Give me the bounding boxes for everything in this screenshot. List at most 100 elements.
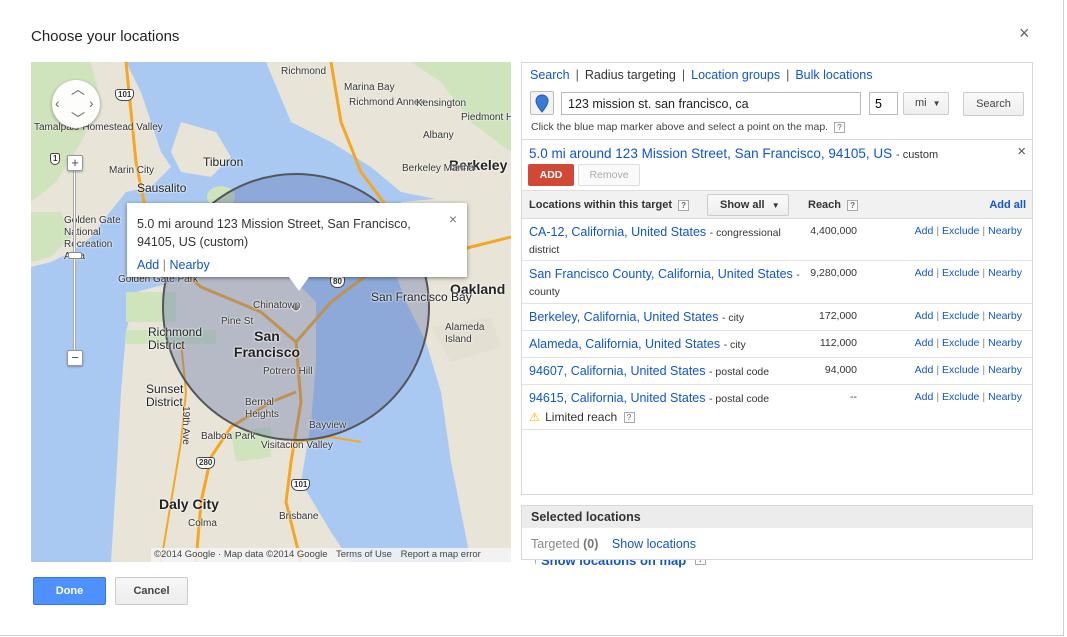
pan-down-icon[interactable]: ﹀	[71, 112, 85, 126]
map-pan-control[interactable]: ︿ ﹀ ‹ ›	[52, 80, 100, 128]
map-label-san-francisco: San Francisco	[233, 328, 301, 360]
popup-pointer	[289, 277, 309, 291]
hint-text: Click the blue map marker above and sele…	[531, 121, 829, 133]
row-exclude-link[interactable]: Exclude	[942, 391, 979, 403]
location-kind: - city	[723, 339, 746, 351]
row-nearby-link[interactable]: Nearby	[988, 391, 1022, 403]
location-name-cell: CA-12, California, United States - congr…	[529, 224, 804, 258]
row-nearby-link[interactable]: Nearby	[988, 310, 1022, 322]
help-icon[interactable]: ?	[623, 412, 635, 424]
row-actions: Add | Exclude | Nearby	[914, 364, 1022, 376]
table-row: CA-12, California, United States - congr…	[522, 219, 1032, 261]
target-custom-tag: - custom	[895, 149, 939, 161]
location-link[interactable]: San Francisco County, California, United…	[529, 267, 793, 281]
row-exclude-link[interactable]: Exclude	[942, 225, 979, 237]
selected-locations-summary: Targeted (0) Show locations	[531, 537, 696, 551]
popup-add-link[interactable]: Add	[137, 258, 159, 272]
map-label-tamalpais: Tamalpais-Homestead Valley	[34, 122, 163, 133]
map-label-chinatown: Chinatown	[253, 300, 301, 311]
terms-of-use-link[interactable]: Terms of Use	[336, 549, 392, 560]
map-label-san-francisco-bay: San Francisco Bay	[371, 290, 472, 304]
row-exclude-link[interactable]: Exclude	[942, 310, 979, 322]
unit-select[interactable]: mi ▼	[903, 92, 949, 115]
help-icon[interactable]: ?	[834, 121, 846, 133]
map-label-kensington: Kensington	[416, 98, 467, 109]
table-row: 94615, California, United States - posta…	[522, 385, 1032, 430]
location-link[interactable]: Alameda, California, United States	[529, 337, 720, 351]
map-marker-hint: Click the blue map marker above and sele…	[531, 121, 846, 133]
map-label-richmond-annex: Richmond Annex	[349, 97, 425, 108]
location-name-cell: Alameda, California, United States - cit…	[529, 336, 804, 353]
map-marker-button[interactable]	[530, 91, 554, 115]
tab-bulk-locations[interactable]: Bulk locations	[795, 68, 872, 82]
location-name-cell: Berkeley, California, United States - ci…	[529, 309, 804, 326]
row-nearby-link[interactable]: Nearby	[988, 225, 1022, 237]
map-label-balboa-park: Balboa Park	[201, 431, 256, 442]
row-exclude-link[interactable]: Exclude	[942, 337, 979, 349]
row-exclude-link[interactable]: Exclude	[942, 364, 979, 376]
search-section: Search | Radius targeting | Location groups |…	[521, 62, 1033, 140]
map-label-tiburon: Tiburon	[203, 155, 244, 169]
chevron-down-icon: ▼	[771, 201, 780, 210]
remove-target-button[interactable]: Remove	[578, 164, 640, 186]
zoom-slider-track[interactable]	[73, 166, 76, 366]
show-locations-link[interactable]: Show locations	[612, 537, 696, 551]
zoom-out-button[interactable]: −	[67, 350, 83, 366]
target-title[interactable]: 5.0 mi around 123 Mission Street, San Fr…	[529, 146, 892, 161]
report-map-error-link[interactable]: Report a map error	[401, 549, 481, 560]
row-add-link[interactable]: Add	[915, 337, 934, 349]
reach-value: --	[850, 391, 857, 403]
chevron-down-icon: ▼	[932, 99, 941, 108]
popup-nearby-link[interactable]: Nearby	[169, 258, 209, 272]
target-header: 5.0 mi around 123 Mission Street, San Fr…	[529, 146, 938, 161]
row-add-link[interactable]: Add	[915, 267, 934, 279]
targeted-count: (0)	[583, 537, 599, 551]
row-nearby-link[interactable]: Nearby	[988, 337, 1022, 349]
location-link[interactable]: 94607, California, United States	[529, 364, 706, 378]
reach-value: 172,000	[819, 310, 857, 322]
target-close-icon[interactable]: ×	[1017, 143, 1026, 160]
reach-value: 4,400,000	[810, 225, 857, 237]
done-button[interactable]: Done	[33, 577, 106, 605]
pan-up-icon[interactable]: ︿	[71, 82, 85, 96]
zoom-slider-handle[interactable]	[68, 252, 82, 259]
tab-location-groups[interactable]: Location groups	[691, 68, 780, 82]
map-info-popup: 5.0 mi around 123 Mission Street, San Fr…	[127, 203, 467, 277]
location-name-cell: San Francisco County, California, United…	[529, 266, 804, 300]
location-link[interactable]: Berkeley, California, United States	[529, 310, 718, 324]
row-actions: Add | Exclude | Nearby	[914, 337, 1022, 349]
row-nearby-link[interactable]: Nearby	[988, 364, 1022, 376]
location-link[interactable]: 94615, California, United States	[529, 391, 706, 405]
add-target-button[interactable]: ADD	[528, 164, 574, 186]
tab-radius-targeting[interactable]: Radius targeting	[585, 68, 676, 82]
location-name-cell: 94615, California, United States - posta…	[529, 390, 804, 407]
zoom-in-button[interactable]: +	[67, 155, 83, 171]
location-search-input[interactable]	[561, 92, 861, 115]
cancel-button[interactable]: Cancel	[115, 577, 188, 605]
blue-marker-icon	[535, 94, 549, 113]
limited-reach-label: Limited reach	[545, 410, 618, 424]
row-add-link[interactable]: Add	[915, 310, 934, 322]
popup-close-icon[interactable]: ×	[449, 211, 457, 227]
pan-right-icon[interactable]: ›	[89, 96, 94, 110]
row-add-link[interactable]: Add	[915, 391, 934, 403]
radius-input[interactable]	[869, 92, 898, 115]
highway-280-shield: 280	[196, 457, 216, 469]
map-view[interactable]: Richmond Marina Bay Richmond Annex Kensi…	[31, 62, 511, 562]
pan-left-icon[interactable]: ‹	[55, 96, 60, 110]
row-actions: Add | Exclude | Nearby	[914, 225, 1022, 237]
location-link[interactable]: CA-12, California, United States	[529, 225, 706, 239]
selected-locations-section: Selected locations Targeted (0) Show loc…	[521, 505, 1033, 560]
row-exclude-link[interactable]: Exclude	[942, 267, 979, 279]
dialog-close-icon[interactable]: ×	[1019, 24, 1030, 42]
show-all-dropdown[interactable]: Show all ▼	[707, 194, 789, 216]
row-add-link[interactable]: Add	[915, 225, 934, 237]
reach-column-header: Reach ?	[808, 199, 859, 211]
help-icon[interactable]: ?	[847, 199, 859, 211]
help-icon[interactable]: ?	[678, 199, 690, 211]
tab-search[interactable]: Search	[530, 68, 570, 82]
add-all-link[interactable]: Add all	[989, 199, 1026, 211]
search-button[interactable]: Search	[963, 92, 1024, 116]
row-add-link[interactable]: Add	[915, 364, 934, 376]
row-nearby-link[interactable]: Nearby	[988, 267, 1022, 279]
